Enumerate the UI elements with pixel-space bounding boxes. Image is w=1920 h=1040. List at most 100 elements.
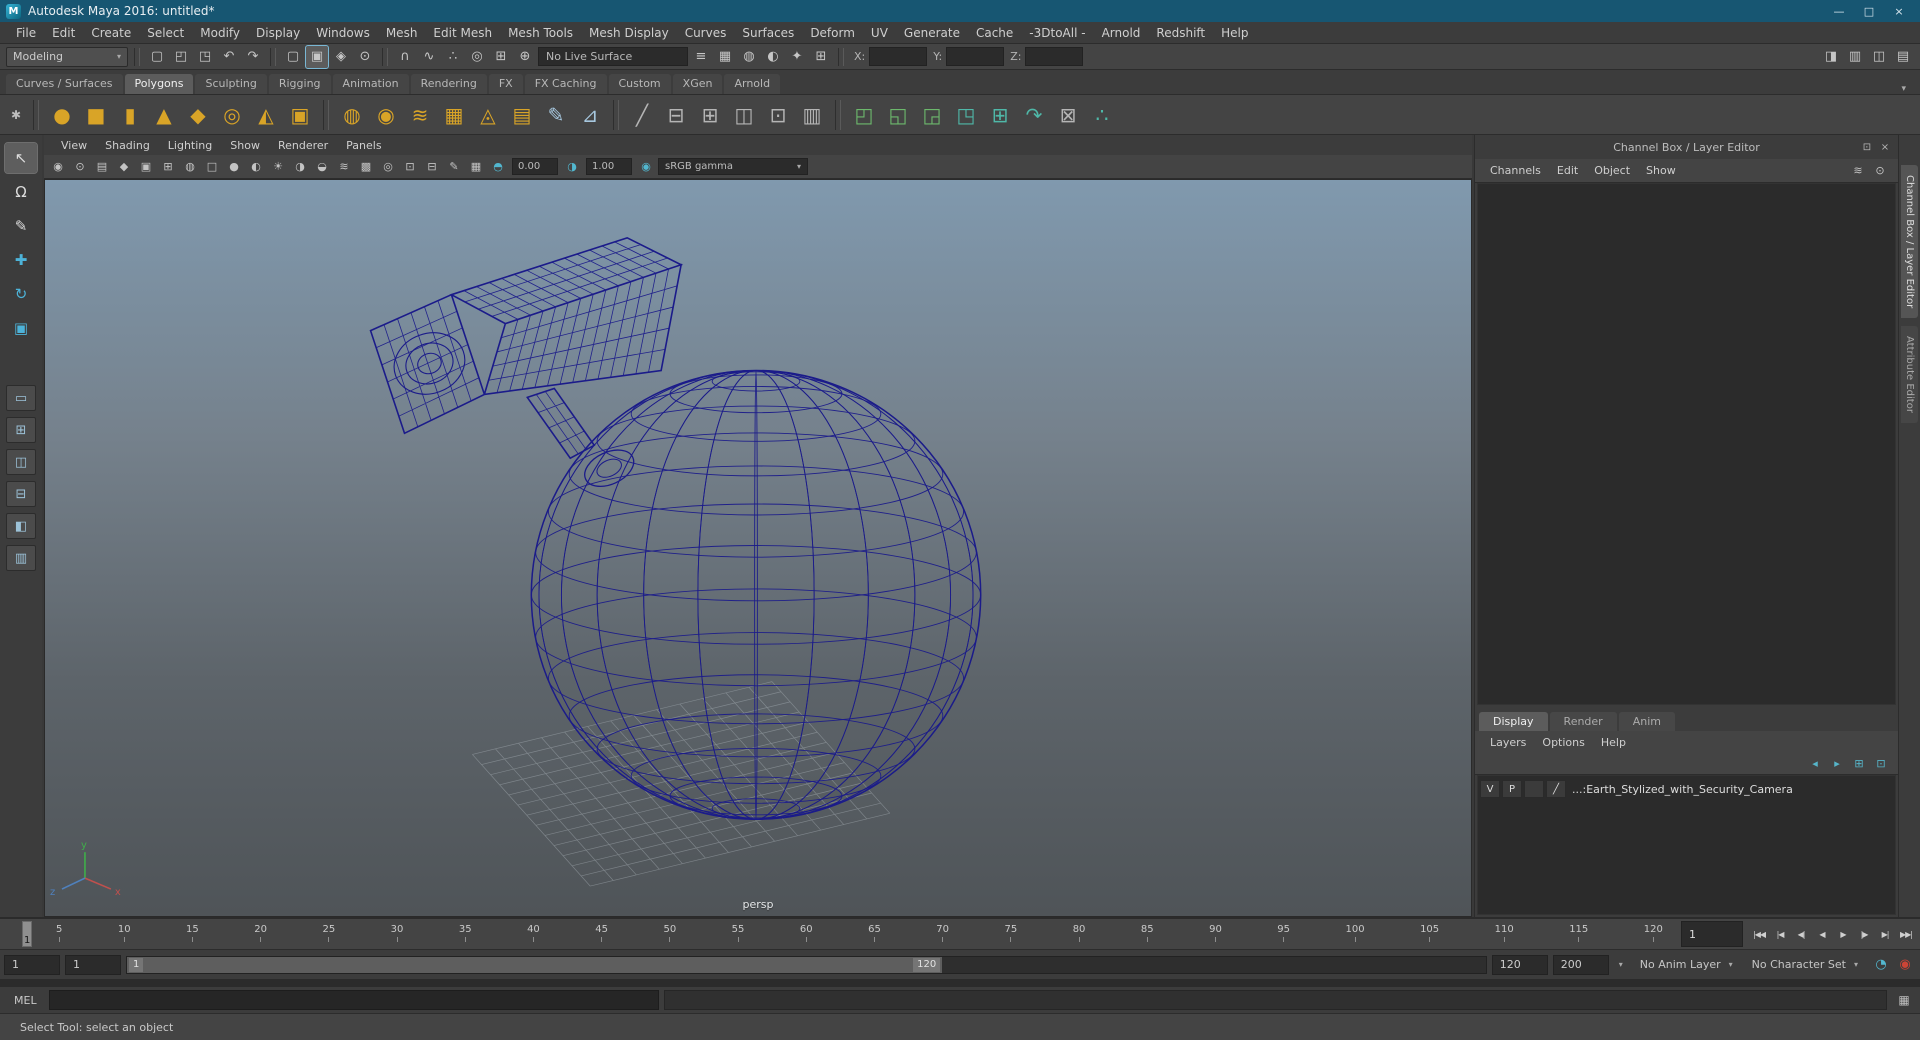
playback-options-icon[interactable]: ◔ <box>1870 954 1892 976</box>
snap-projected-center-icon[interactable]: ◎ <box>466 46 488 68</box>
minimize-button[interactable]: — <box>1824 0 1854 22</box>
snap-view-plane-icon[interactable]: ⊞ <box>490 46 512 68</box>
snap-to-curve-icon[interactable]: ∿ <box>418 46 440 68</box>
shelf-menu-caret-icon[interactable]: ▾ <box>1893 84 1914 94</box>
panel-menu-item[interactable]: Renderer <box>271 138 335 153</box>
z-input[interactable] <box>1025 47 1084 66</box>
colorspace-dropdown[interactable]: sRGB gamma ▾ <box>658 158 808 175</box>
menu-item[interactable]: Cache <box>968 24 1021 42</box>
close-button[interactable]: × <box>1884 0 1914 22</box>
shelf-tab[interactable]: Animation <box>332 74 409 94</box>
panel-dock-icon[interactable]: ⊡ <box>1858 142 1876 153</box>
panel-menu-item[interactable]: Shading <box>98 138 157 153</box>
pan-zoom-2d-icon[interactable]: ⊞ <box>158 157 178 177</box>
layout-two-stacked-icon[interactable]: ⊟ <box>6 481 36 507</box>
multi-cut-icon[interactable]: ╱ <box>626 99 658 131</box>
offset-edge-loop-icon[interactable]: ⊞ <box>694 99 726 131</box>
shaded-mode-icon[interactable]: ● <box>224 157 244 177</box>
layout-four-pane-icon[interactable]: ⊞ <box>6 417 36 443</box>
channel-box-menu-item[interactable]: Show <box>1639 162 1683 179</box>
mirror-geometry-icon[interactable]: ↷ <box>1018 99 1050 131</box>
contrast-icon[interactable]: ◑ <box>562 157 582 177</box>
poly-plane-icon[interactable]: ◆ <box>182 99 214 131</box>
use-all-lights-icon[interactable]: ☀ <box>268 157 288 177</box>
isolate-select-icon[interactable]: ⊡ <box>400 157 420 177</box>
menu-item[interactable]: File <box>8 24 44 42</box>
menu-item[interactable]: Mesh <box>378 24 426 42</box>
layer-editor-menu-item[interactable]: Layers <box>1483 735 1533 750</box>
channel-list-area[interactable] <box>1477 183 1896 705</box>
step-back-frame-button[interactable]: |◀ <box>1770 921 1790 947</box>
menu-item[interactable]: Modify <box>192 24 248 42</box>
new-scene-icon[interactable]: ▢ <box>146 46 168 68</box>
menu-item[interactable]: Select <box>139 24 192 42</box>
poly-sphere-icon[interactable]: ● <box>46 99 78 131</box>
menu-item[interactable]: Edit <box>44 24 83 42</box>
layer-display-type-toggle[interactable] <box>1524 780 1544 798</box>
input-mode-icon[interactable]: ⊞ <box>810 46 832 68</box>
auto-key-icon[interactable]: ◉ <box>1894 954 1916 976</box>
snap-to-grid-icon[interactable]: ∩ <box>394 46 416 68</box>
open-render-view-icon[interactable]: ▦ <box>714 46 736 68</box>
add-layer-from-selection-icon[interactable]: ⊡ <box>1872 755 1890 773</box>
shelf-tab[interactable]: FX Caching <box>524 74 607 94</box>
step-back-key-button[interactable]: ◀| <box>1791 921 1811 947</box>
poly-disc-icon[interactable]: ≋ <box>404 99 436 131</box>
go-to-end-button[interactable]: ▶▶| <box>1896 921 1916 947</box>
menu-item[interactable]: Help <box>1213 24 1256 42</box>
layer-move-down-icon[interactable]: ▸ <box>1828 755 1846 773</box>
layer-row[interactable]: V P ╱ ...:Earth_Stylized_with_Security_C… <box>1480 778 1893 800</box>
channel-manipulator-icon[interactable]: ⊙ <box>1870 161 1890 181</box>
poly-grid-icon[interactable]: ▦ <box>438 99 470 131</box>
poly-cone-icon[interactable]: ▲ <box>148 99 180 131</box>
animation-end-field[interactable]: 200 <box>1552 954 1609 975</box>
ipr-render-icon[interactable]: ◐ <box>762 46 784 68</box>
menu-item[interactable]: Mesh Display <box>581 24 677 42</box>
shelf-tab[interactable]: Polygons <box>124 74 194 94</box>
grease-pencil-icon[interactable]: ✎ <box>444 157 464 177</box>
character-set-dropdown[interactable]: No Character Set ▾ <box>1745 955 1865 975</box>
toggle-tool-settings-icon[interactable]: ◫ <box>1868 46 1890 68</box>
bookmarks-icon[interactable]: ◆ <box>114 157 134 177</box>
lasso-tool-icon[interactable]: Ω <box>5 177 37 207</box>
menu-item[interactable]: Deform <box>802 24 863 42</box>
layer-color-swatch[interactable]: ╱ <box>1546 780 1566 798</box>
menu-set-selector[interactable]: Modeling ▾ <box>6 46 128 67</box>
layout-three-split-icon[interactable]: ◧ <box>6 513 36 539</box>
shelf-tab[interactable]: Rigging <box>268 74 331 94</box>
viewport-canvas[interactable]: y x z persp <box>44 179 1472 917</box>
rotate-tool-icon[interactable]: ↻ <box>5 279 37 309</box>
script-editor-icon[interactable]: ▦ <box>1892 990 1916 1010</box>
duplicate-face-icon[interactable]: ⊞ <box>984 99 1016 131</box>
playback-start-field[interactable]: 1 <box>65 954 121 975</box>
animation-start-field[interactable]: 1 <box>4 954 60 975</box>
exposure-icon[interactable]: ◓ <box>488 157 508 177</box>
layer-visibility-toggle[interactable]: V <box>1480 780 1500 798</box>
paint-select-tool-icon[interactable]: ✎ <box>5 211 37 241</box>
insert-edge-loop-icon[interactable]: ⊟ <box>660 99 692 131</box>
command-result-area[interactable] <box>664 990 1887 1010</box>
toggle-channel-box-icon[interactable]: ▤ <box>1892 46 1914 68</box>
menu-item[interactable]: Surfaces <box>734 24 802 42</box>
poly-cylinder-icon[interactable]: ▮ <box>114 99 146 131</box>
textured-mode-icon[interactable]: ◐ <box>246 157 266 177</box>
quad-draw-icon[interactable]: ⊿ <box>574 99 606 131</box>
uv-checker-icon[interactable]: ⊠ <box>1052 99 1084 131</box>
layer-playback-toggle[interactable]: P <box>1502 780 1522 798</box>
current-frame-field[interactable]: 1 <box>1681 921 1743 947</box>
go-to-start-button[interactable]: |◀◀ <box>1749 921 1769 947</box>
construction-history-icon[interactable]: ≡ <box>690 46 712 68</box>
menu-item[interactable]: Redshift <box>1148 24 1213 42</box>
scale-tool-icon[interactable]: ▣ <box>5 313 37 343</box>
shelf-tab[interactable]: XGen <box>672 74 723 94</box>
shadows-icon[interactable]: ◑ <box>290 157 310 177</box>
layout-two-side-by-side-icon[interactable]: ◫ <box>6 449 36 475</box>
layer-editor-tab[interactable]: Display <box>1479 712 1548 731</box>
target-weld-icon[interactable]: ⊡ <box>762 99 794 131</box>
layer-editor-menu-item[interactable]: Options <box>1535 735 1591 750</box>
range-slider-handle-bar[interactable]: 1 120 <box>127 956 943 973</box>
panel-menu-item[interactable]: Panels <box>339 138 388 153</box>
menu-item[interactable]: UV <box>863 24 896 42</box>
layer-move-up-icon[interactable]: ◂ <box>1806 755 1824 773</box>
shelf-options-icon[interactable]: ✱ <box>6 108 26 122</box>
